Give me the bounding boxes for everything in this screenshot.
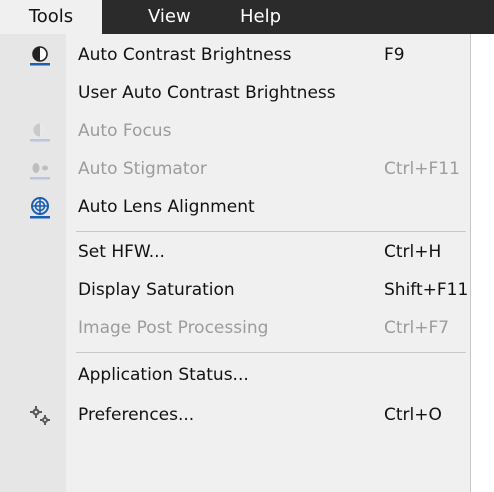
menu-tools[interactable]: Tools: [0, 0, 102, 34]
menu-item-label: Display Saturation: [78, 280, 235, 300]
menu-item-shortcut: F9: [384, 45, 405, 65]
menu-item-shortcut: Ctrl+F11: [384, 159, 460, 179]
menu-item-label: Set HFW...: [78, 242, 165, 262]
menu-item-label: User Auto Contrast Brightness: [78, 83, 336, 103]
menu-item-label: Application Status...: [78, 365, 249, 385]
menu-item-image-post-processing[interactable]: Image Post Processing Ctrl+F7: [0, 309, 470, 347]
menu-item-preferences[interactable]: Preferences... Ctrl+O: [0, 396, 470, 434]
menu-item-auto-stigmator[interactable]: Auto Stigmator Ctrl+F11: [0, 150, 470, 188]
contrast-brightness-icon: [28, 45, 52, 67]
menu-item-shortcut: Ctrl+H: [384, 242, 442, 262]
menu-item-auto-focus[interactable]: Auto Focus: [0, 112, 470, 150]
menu-item-auto-contrast-brightness[interactable]: Auto Contrast Brightness F9: [0, 36, 470, 74]
menu-item-shortcut: Ctrl+F7: [384, 318, 450, 338]
menu-separator: [76, 231, 466, 232]
auto-focus-icon: [28, 121, 52, 143]
auto-stigmator-icon: [28, 159, 52, 181]
gears-icon: [28, 405, 52, 427]
tools-dropdown-menu: Auto Contrast Brightness F9 User Auto Co…: [0, 34, 494, 492]
menu-separator: [76, 352, 466, 353]
menu-item-label: Auto Contrast Brightness: [78, 45, 292, 65]
menu-item-user-auto-contrast-brightness[interactable]: User Auto Contrast Brightness: [0, 74, 494, 112]
menu-item-label: Preferences...: [78, 405, 195, 425]
menu-bar: Tools View Help: [0, 0, 494, 34]
menu-view[interactable]: View: [148, 0, 191, 34]
menu-item-display-saturation[interactable]: Display Saturation Shift+F11: [0, 271, 470, 309]
menu-item-label: Auto Focus: [78, 121, 172, 141]
menu-item-shortcut: Ctrl+O: [384, 405, 442, 425]
menu-item-auto-lens-alignment[interactable]: Auto Lens Alignment: [0, 188, 470, 226]
menu-help[interactable]: Help: [240, 0, 281, 34]
menu-item-label: Auto Lens Alignment: [78, 197, 255, 217]
menu-item-label: Auto Stigmator: [78, 159, 207, 179]
menu-item-label: Image Post Processing: [78, 318, 269, 338]
lens-alignment-icon: [28, 197, 52, 219]
menu-item-application-status[interactable]: Application Status...: [0, 356, 470, 394]
menu-item-shortcut: Shift+F11: [384, 280, 469, 300]
menu-item-set-hfw[interactable]: Set HFW... Ctrl+H: [0, 233, 470, 271]
